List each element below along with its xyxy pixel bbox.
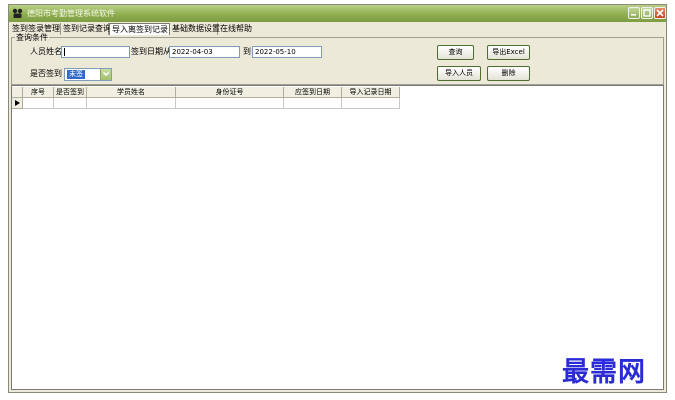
tab-record-query[interactable]: 签到记录查询 [61,23,111,35]
tab-online-help[interactable]: 在线帮助 [218,23,254,35]
name-label: 人员姓名 [30,47,62,56]
row-pointer-cell[interactable] [12,98,23,109]
column-header-id-number[interactable]: 身份证号 [176,87,284,98]
window-title: 德阳市考勤管理系统软件 [27,9,115,18]
signed-select[interactable]: 未签 [64,68,112,81]
main-window: 德阳市考勤管理系统软件 签到签录管理 签到记录查询 导入离签到记录 基础数据设置… [8,4,667,393]
table-cell[interactable] [23,98,54,109]
signed-label: 是否签到 [30,69,62,78]
minimize-icon[interactable] [628,7,640,19]
table-cell[interactable] [342,98,400,109]
table-cell[interactable] [284,98,342,109]
table-corner [12,87,23,98]
app-logo-icon [12,8,23,18]
records-table[interactable]: 序号 是否签到 学员姓名 身份证号 应签到日期 导入记录日期 [11,85,664,390]
chevron-down-icon[interactable] [100,69,111,80]
column-header-signed[interactable]: 是否签到 [54,87,87,98]
column-header-student-name[interactable]: 学员姓名 [87,87,176,98]
tab-import-records[interactable]: 导入离签到记录 [109,23,170,35]
watermark: 最需网 [562,357,646,388]
delete-button[interactable]: 删除 [487,66,530,81]
date-from-input[interactable]: 2022-04-03 [169,46,240,58]
text-caret [64,48,65,56]
import-personnel-button[interactable]: 导入人员 [437,66,481,81]
export-excel-button[interactable]: 导出Excel [487,45,530,60]
query-button[interactable]: 查询 [437,45,474,60]
query-conditions-group: 查询条件 人员姓名 签到日期从 2022-04-03 到 2022-05-10 … [11,33,664,85]
table-cell[interactable] [176,98,284,109]
menu-tabs: 签到签录管理 签到记录查询 导入离签到记录 基础数据设置 在线帮助 [9,23,666,35]
close-icon[interactable] [654,7,666,19]
title-bar[interactable]: 德阳市考勤管理系统软件 [9,5,666,22]
date-to-input[interactable]: 2022-05-10 [252,46,322,58]
tab-base-settings[interactable]: 基础数据设置 [170,23,220,35]
query-group-label: 查询条件 [15,33,49,42]
maximize-icon[interactable] [641,7,653,19]
signed-select-value: 未签 [67,70,85,79]
table-cell[interactable] [54,98,87,109]
table-cell[interactable] [87,98,176,109]
column-header-index[interactable]: 序号 [23,87,54,98]
date-to-label: 到 [243,47,251,56]
column-header-import-date[interactable]: 导入记录日期 [342,87,400,98]
row-pointer-icon [15,100,20,106]
column-header-due-date[interactable]: 应签到日期 [284,87,342,98]
name-input[interactable] [61,46,130,58]
date-from-label: 签到日期从 [131,47,171,56]
